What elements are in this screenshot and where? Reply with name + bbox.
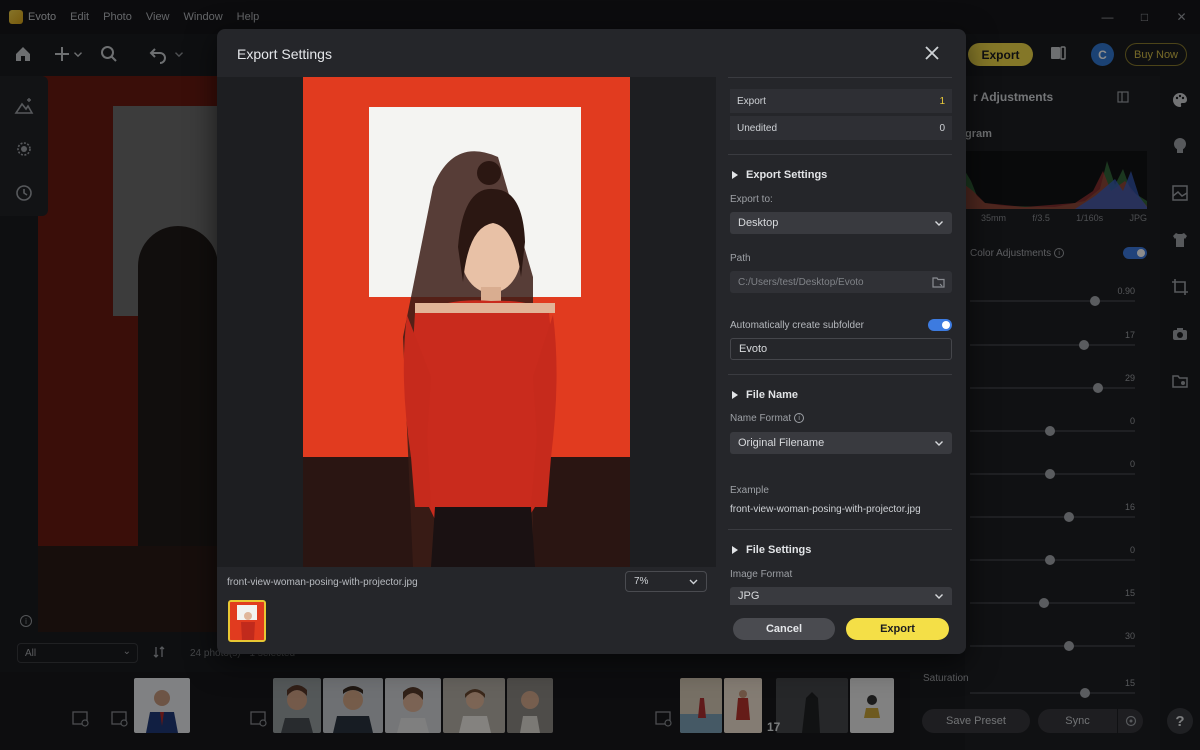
stat-label: Unedited bbox=[737, 122, 778, 134]
chevron-down-icon bbox=[688, 576, 699, 587]
stat-value: 1 bbox=[939, 95, 945, 107]
caret-right-icon bbox=[732, 391, 738, 399]
zoom-value: 7% bbox=[634, 576, 649, 587]
preview-photo bbox=[303, 77, 630, 567]
subfolder-name-input[interactable]: Evoto bbox=[730, 338, 952, 360]
close-icon[interactable] bbox=[921, 42, 943, 64]
subfolder-toggle[interactable] bbox=[928, 319, 952, 331]
export-settings-dialog: Export Settings front-view-woman-posing-… bbox=[217, 29, 966, 654]
zoom-select[interactable]: 7% bbox=[625, 571, 707, 592]
name-format-select[interactable]: Original Filename bbox=[730, 432, 952, 454]
export-count-row: Export 1 bbox=[730, 89, 952, 113]
image-format-select[interactable]: JPG bbox=[730, 587, 952, 605]
section-heading: Export Settings bbox=[746, 169, 828, 181]
example-label: Example bbox=[730, 485, 769, 496]
export-button[interactable]: Export bbox=[846, 618, 949, 640]
name-format-label: Name Format i bbox=[730, 413, 805, 424]
export-settings-column: Export 1 Unedited 0 Export Settings Expo… bbox=[716, 77, 966, 654]
export-to-label: Export to: bbox=[730, 194, 773, 205]
stat-label: Export bbox=[737, 95, 766, 107]
info-icon: i bbox=[794, 413, 805, 424]
section-heading: File Settings bbox=[746, 544, 812, 556]
chevron-down-icon bbox=[934, 218, 944, 228]
path-field[interactable]: C:/Users/test/Desktop/Evoto bbox=[730, 271, 952, 293]
dialog-title: Export Settings bbox=[237, 46, 332, 62]
unedited-count-row: Unedited 0 bbox=[730, 116, 952, 140]
caret-right-icon bbox=[732, 171, 738, 179]
export-settings-section-toggle[interactable]: Export Settings bbox=[732, 169, 827, 181]
app-window: Evoto Edit Photo View Window Help — □ ✕ bbox=[0, 0, 1200, 750]
name-format-value: Original Filename bbox=[738, 437, 825, 449]
chevron-down-icon bbox=[934, 591, 944, 601]
image-format-label: Image Format bbox=[730, 569, 793, 580]
path-label: Path bbox=[730, 253, 751, 264]
export-to-select[interactable]: Desktop bbox=[730, 212, 952, 234]
caret-right-icon bbox=[732, 546, 738, 554]
path-value: C:/Users/test/Desktop/Evoto bbox=[738, 276, 864, 288]
example-filename: front-view-woman-posing-with-projector.j… bbox=[730, 504, 921, 515]
cancel-button[interactable]: Cancel bbox=[733, 618, 835, 640]
selected-photo-thumb[interactable] bbox=[228, 600, 266, 642]
export-preview bbox=[217, 77, 716, 567]
export-to-value: Desktop bbox=[738, 217, 779, 229]
preview-file-name: front-view-woman-posing-with-projector.j… bbox=[227, 577, 418, 588]
section-heading: File Name bbox=[746, 389, 798, 401]
image-format-value: JPG bbox=[738, 590, 760, 602]
subfolder-name-value: Evoto bbox=[739, 343, 768, 355]
stat-value: 0 bbox=[939, 122, 945, 134]
chevron-down-icon bbox=[934, 438, 944, 448]
subfolder-label: Automatically create subfolder bbox=[730, 320, 864, 331]
folder-browse-icon[interactable] bbox=[932, 276, 945, 288]
file-name-section-toggle[interactable]: File Name bbox=[732, 389, 798, 401]
file-settings-section-toggle[interactable]: File Settings bbox=[732, 544, 811, 556]
